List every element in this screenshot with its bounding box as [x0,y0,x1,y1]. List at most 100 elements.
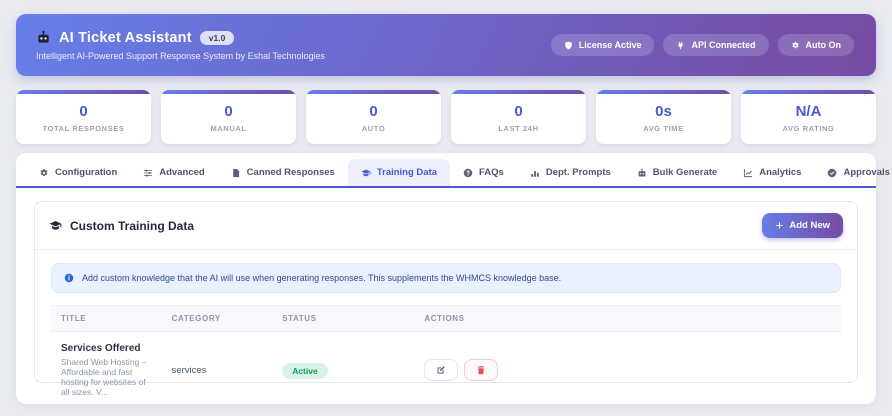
graduation-cap-icon [49,219,62,232]
status-pill[interactable]: Auto On [778,34,855,56]
stat-value: 0 [16,103,151,120]
shield-icon [564,41,573,50]
stat-value: 0s [596,103,731,120]
tab[interactable]: Dept. Prompts [517,159,624,186]
stat-label: TOTAL RESPONSES [16,124,151,133]
chart-line-icon [743,168,753,178]
status-pill[interactable]: License Active [551,34,655,56]
tab[interactable]: Canned Responses [218,159,348,186]
stat-value: 0 [161,103,296,120]
plug-icon [676,41,685,50]
trash-icon [476,365,486,375]
status-pill-label: Auto On [806,40,842,50]
stat-card-accent-bar [451,90,586,94]
table-header-row: TITLE CATEGORY STATUS ACTIONS [51,306,841,332]
add-new-button-label: Add New [789,220,830,231]
tab-label: Canned Responses [247,167,335,178]
stat-card-accent-bar [596,90,731,94]
row-description: Shared Web Hosting – Affordable and fast… [61,357,152,397]
stat-card: 0 LAST 24H [451,90,586,144]
version-badge: v1.0 [200,31,235,45]
stats-row: 0 TOTAL RESPONSES 0 MANUAL 0 AUTO 0 LAST… [16,90,876,144]
tab[interactable]: Training Data [348,159,450,186]
tab-label: FAQs [479,167,504,178]
tab-label: Dept. Prompts [546,167,611,178]
panel-body: Add custom knowledge that the AI will us… [35,250,857,408]
column-header: STATUS [272,306,414,332]
tab-nav: Configuration Advanced Canned Responses … [16,153,876,188]
table-row: Services Offered Shared Web Hosting – Af… [51,332,841,409]
stat-label: AVG RATING [741,124,876,133]
app-header: AI Ticket Assistant v1.0 Intelligent AI-… [16,14,876,76]
training-data-panel: Custom Training Data Add New Add custom … [34,201,858,383]
stat-card: 0s AVG TIME [596,90,731,144]
bar-chart-icon [530,168,540,178]
stat-label: LAST 24H [451,124,586,133]
column-header: TITLE [51,306,162,332]
stat-card: 0 MANUAL [161,90,296,144]
edit-icon [436,365,446,375]
status-pill[interactable]: API Connected [663,34,768,56]
tab-label: Configuration [55,167,117,178]
row-category: services [162,332,273,409]
robot-icon [637,168,647,178]
header-status-pills: License Active API Connected Auto On [551,34,854,56]
tab[interactable]: Bulk Generate [624,159,730,186]
question-circle-icon [463,168,473,178]
tab-label: Training Data [377,167,437,178]
plus-icon [775,221,784,230]
stat-card-accent-bar [161,90,296,94]
tab-label: Bulk Generate [653,167,717,178]
tab[interactable]: Analytics [730,159,814,186]
column-header: ACTIONS [414,306,841,332]
status-pill-label: License Active [579,40,642,50]
stat-card-accent-bar [306,90,441,94]
stat-card: 0 TOTAL RESPONSES [16,90,151,144]
stat-label: MANUAL [161,124,296,133]
stat-card-accent-bar [16,90,151,94]
stat-card: 0 AUTO [306,90,441,144]
robot-icon [36,30,51,45]
stat-label: AVG TIME [596,124,731,133]
file-icon [231,168,241,178]
app-header-left: AI Ticket Assistant v1.0 Intelligent AI-… [36,30,325,61]
gear-icon [791,41,800,50]
column-header: CATEGORY [162,306,273,332]
tab-label: Advanced [159,167,204,178]
graduation-cap-icon [361,168,371,178]
sliders-icon [143,168,153,178]
panel-title-text: Custom Training Data [70,219,194,233]
check-circle-icon [827,168,837,178]
tabs-card: Configuration Advanced Canned Responses … [16,153,876,404]
info-alert-text: Add custom knowledge that the AI will us… [82,273,561,283]
add-new-button[interactable]: Add New [762,213,843,238]
tab[interactable]: FAQs [450,159,517,186]
status-pill-label: API Connected [691,40,755,50]
delete-button[interactable] [464,359,498,381]
gear-icon [39,168,49,178]
app-subtitle: Intelligent AI-Powered Support Response … [36,51,325,61]
page: AI Ticket Assistant v1.0 Intelligent AI-… [0,0,892,404]
info-circle-icon [64,273,74,283]
stat-card: N/A AVG RATING [741,90,876,144]
table-body: Services Offered Shared Web Hosting – Af… [51,332,841,409]
tab[interactable]: Advanced [130,159,217,186]
panel-title: Custom Training Data [49,219,194,233]
training-data-table: TITLE CATEGORY STATUS ACTIONS [51,305,841,408]
stat-value: N/A [741,103,876,120]
tab[interactable]: Approvals [814,159,892,186]
row-actions [424,359,831,381]
panel-header: Custom Training Data Add New [35,202,857,250]
tab[interactable]: Configuration [26,159,130,186]
stat-value: 0 [306,103,441,120]
app-title: AI Ticket Assistant [59,30,192,46]
stat-card-accent-bar [741,90,876,94]
tab-label: Analytics [759,167,801,178]
info-alert: Add custom knowledge that the AI will us… [51,263,841,293]
stat-value: 0 [451,103,586,120]
tab-label: Approvals [843,167,889,178]
status-badge: Active [282,363,328,379]
stat-label: AUTO [306,124,441,133]
edit-button[interactable] [424,359,458,381]
row-title: Services Offered [61,343,152,354]
